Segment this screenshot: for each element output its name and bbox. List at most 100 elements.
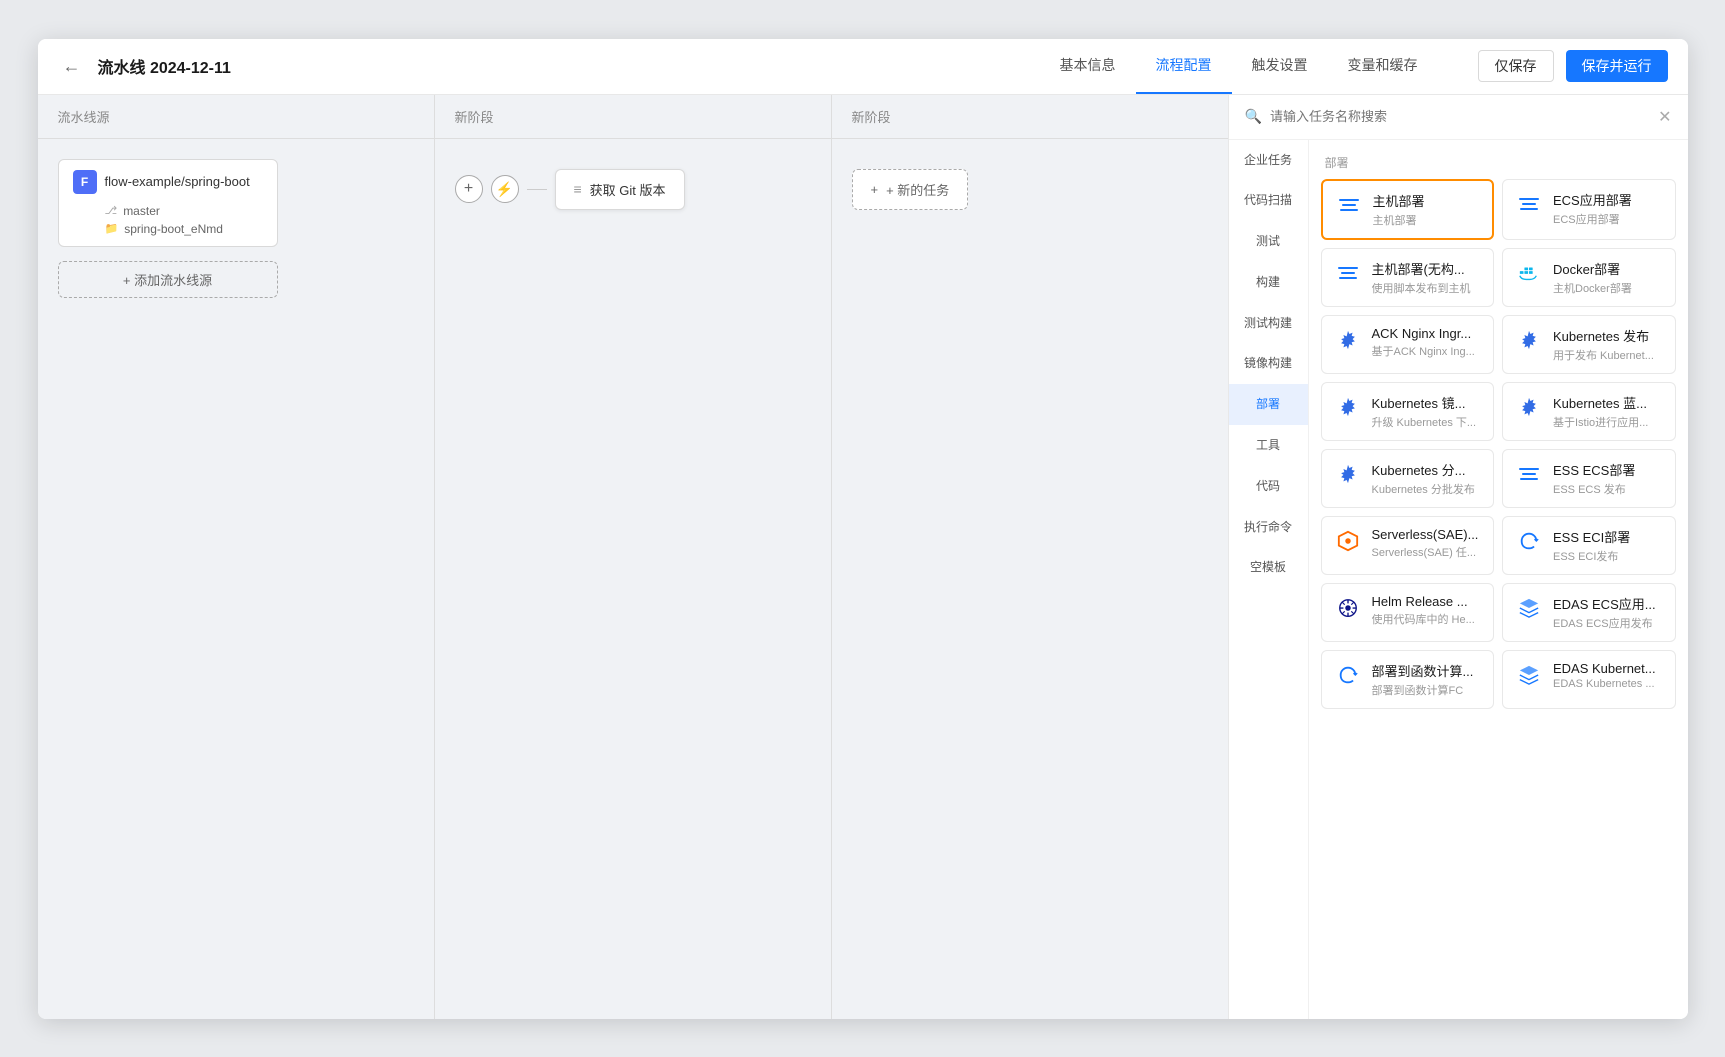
task-name-7: Kubernetes 蓝... [1553,393,1663,412]
task-icon-ess-ecs [1515,460,1543,488]
panel-body: 企业任务 代码扫描 测试 构建 测试构建 镜像构建 部署 工具 代码 执行命令 … [1229,140,1688,1019]
cat-empty[interactable]: 空模板 [1229,547,1308,588]
cat-image-build[interactable]: 镜像构建 [1229,343,1308,384]
cat-test-build[interactable]: 测试构建 [1229,303,1308,344]
task-card-k8s-blue[interactable]: Kubernetes 蓝... 基于Istio进行应用... [1502,382,1676,441]
task-card-k8s-publish[interactable]: Kubernetes 发布 用于发布 Kubernet... [1502,315,1676,374]
cat-code-scan[interactable]: 代码扫描 [1229,180,1308,221]
source-branch: ⎇ master [105,204,263,218]
save-run-button[interactable]: 保存并运行 [1566,50,1668,82]
task-card-info-12: Helm Release ... 使用代码库中的 He... [1372,594,1482,627]
stage2-column: + + 新的任务 [832,139,1228,1019]
branch-icon: ⎇ [105,204,118,217]
task-card-info-15: EDAS Kubernet... EDAS Kubernetes ... [1553,661,1663,690]
task-card-ess-eci[interactable]: ESS ECI部署 ESS ECI发布 [1502,516,1676,575]
back-button[interactable]: ← [58,52,86,80]
task-section-title: 部署 [1317,148,1680,175]
task-node-git[interactable]: ≡ 获取 Git 版本 [555,169,685,210]
task-desc-8: Kubernetes 分批发布 [1372,481,1482,497]
task-name-10: Serverless(SAE)... [1372,527,1482,542]
add-stage1-button[interactable]: + [455,175,483,203]
task-card-k8s-mirror[interactable]: Kubernetes 镜... 升级 Kubernetes 下... [1321,382,1495,441]
task-name-2: 主机部署(无构... [1372,259,1482,278]
task-card-k8s-batch[interactable]: Kubernetes 分... Kubernetes 分批发布 [1321,449,1495,508]
nav-item-vars[interactable]: 变量和缓存 [1328,39,1438,95]
task-desc-14: 部署到函数计算FC [1372,682,1482,698]
task-grid: 主机部署 主机部署 ECS应用部署 ECS应用部署 [1317,175,1680,713]
task-card-host-deploy-no[interactable]: 主机部署(无构... 使用脚本发布到主机 [1321,248,1495,307]
task-card-docker[interactable]: Docker部署 主机Docker部署 [1502,248,1676,307]
col-header-stage1: 新阶段 [435,95,832,138]
cat-deploy[interactable]: 部署 [1229,384,1308,425]
header: ← 流水线 2024-12-11 基本信息 流程配置 触发设置 变量和缓存 仅保… [38,39,1688,95]
main-content: 流水线源 新阶段 新阶段 F flow-example/spring-boot … [38,95,1688,1019]
task-name-9: ESS ECS部署 [1553,460,1663,479]
task-node-label: 获取 Git 版本 [590,180,666,199]
task-icon-k8s-pub [1515,326,1543,354]
task-name-14: 部署到函数计算... [1372,661,1482,680]
category-sidebar: 企业任务 代码扫描 测试 构建 测试构建 镜像构建 部署 工具 代码 执行命令 … [1229,140,1309,1019]
task-card-info-3: Docker部署 主机Docker部署 [1553,259,1663,296]
task-icon-host-deploy [1335,191,1363,219]
task-icon-ecs-deploy [1515,190,1543,218]
close-icon[interactable]: ✕ [1658,107,1671,127]
cat-enterprise[interactable]: 企业任务 [1229,140,1308,181]
canvas-headers: 流水线源 新阶段 新阶段 [38,95,1228,139]
task-card-ecs-deploy[interactable]: ECS应用部署 ECS应用部署 [1502,179,1676,240]
new-task-icon: + [871,182,879,197]
task-name-8: Kubernetes 分... [1372,460,1482,479]
task-card-edas-ecs[interactable]: EDAS ECS应用... EDAS ECS应用发布 [1502,583,1676,642]
task-list: 部署 主机部署 主机部署 [1309,140,1688,1019]
task-icon-helm [1334,594,1362,622]
task-desc-6: 升级 Kubernetes 下... [1372,414,1482,430]
task-name-4: ACK Nginx Ingr... [1372,326,1482,341]
task-card-info-5: Kubernetes 发布 用于发布 Kubernet... [1553,326,1663,363]
source-node-name: flow-example/spring-boot [105,174,250,189]
branch-label: master [123,204,160,218]
task-card-host-deploy[interactable]: 主机部署 主机部署 [1321,179,1495,240]
col-header-source: 流水线源 [38,95,435,138]
source-column: F flow-example/spring-boot ⎇ master 📁 sp… [38,139,435,1019]
save-only-button[interactable]: 仅保存 [1478,50,1554,82]
task-card-func-compute[interactable]: 部署到函数计算... 部署到函数计算FC [1321,650,1495,709]
folder-icon: 📁 [105,222,119,235]
task-card-ack-nginx[interactable]: ACK Nginx Ingr... 基于ACK Nginx Ing... [1321,315,1495,374]
cat-test[interactable]: 测试 [1229,221,1308,262]
task-name-12: Helm Release ... [1372,594,1482,609]
task-card-info-0: 主机部署 主机部署 [1373,191,1481,228]
task-card-serverless[interactable]: Serverless(SAE)... Serverless(SAE) 任... [1321,516,1495,575]
nav-item-basic[interactable]: 基本信息 [1040,39,1136,95]
task-icon-edas-ecs [1515,594,1543,622]
lightning-stage1-button[interactable]: ⚡ [491,175,519,203]
task-card-info-8: Kubernetes 分... Kubernetes 分批发布 [1372,460,1482,497]
add-source-button[interactable]: + 添加流水线源 [58,261,278,298]
task-desc-3: 主机Docker部署 [1553,280,1663,296]
task-name-6: Kubernetes 镜... [1372,393,1482,412]
source-node-header: F flow-example/spring-boot [73,170,263,194]
cat-exec[interactable]: 执行命令 [1229,507,1308,548]
nav-item-trigger[interactable]: 触发设置 [1232,39,1328,95]
task-card-info-1: ECS应用部署 ECS应用部署 [1553,190,1663,227]
search-icon: 🔍 [1245,108,1262,125]
task-name-5: Kubernetes 发布 [1553,326,1663,345]
task-card-ess-ecs[interactable]: ESS ECS部署 ESS ECS 发布 [1502,449,1676,508]
task-desc-4: 基于ACK Nginx Ing... [1372,343,1482,359]
source-folder: 📁 spring-boot_eNmd [105,222,263,236]
task-icon-func [1334,661,1362,689]
task-node-icon: ≡ [574,181,582,197]
task-card-info-13: EDAS ECS应用... EDAS ECS应用发布 [1553,594,1663,631]
task-desc-12: 使用代码库中的 He... [1372,611,1482,627]
nav-item-flow[interactable]: 流程配置 [1136,39,1232,95]
task-name-11: ESS ECI部署 [1553,527,1663,546]
source-node-icon: F [73,170,97,194]
source-node[interactable]: F flow-example/spring-boot ⎇ master 📁 sp… [58,159,278,247]
new-task-button[interactable]: + + 新的任务 [852,169,969,210]
cat-tools[interactable]: 工具 [1229,425,1308,466]
task-card-info-2: 主机部署(无构... 使用脚本发布到主机 [1372,259,1482,296]
search-input[interactable] [1270,109,1650,124]
canvas-body: F flow-example/spring-boot ⎇ master 📁 sp… [38,139,1228,1019]
cat-build[interactable]: 构建 [1229,262,1308,303]
cat-code[interactable]: 代码 [1229,466,1308,507]
task-card-helm[interactable]: Helm Release ... 使用代码库中的 He... [1321,583,1495,642]
task-card-edas-k8s[interactable]: EDAS Kubernet... EDAS Kubernetes ... [1502,650,1676,709]
